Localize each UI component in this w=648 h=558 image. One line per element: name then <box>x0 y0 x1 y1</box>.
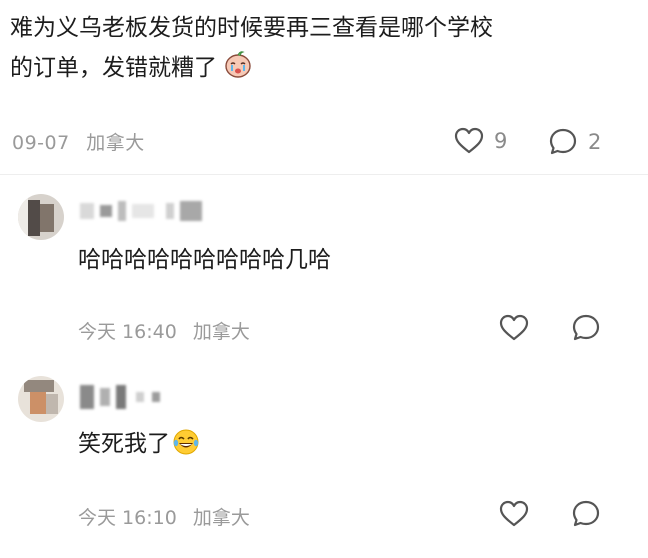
divider <box>0 174 648 175</box>
main-comment-line1: 难为义乌老板发货的时候要再三查看是哪个学校 <box>10 15 493 41</box>
main-comment-text: 难为义乌老板发货的时候要再三查看是哪个学校 的订单，发错就糟了 <box>10 8 630 88</box>
crying-baby-emoji-icon <box>225 51 251 78</box>
avatar[interactable] <box>18 194 64 240</box>
comment-bubble-icon <box>572 314 600 341</box>
blurred-avatar-image <box>18 194 64 240</box>
reply-location: 加拿大 <box>192 321 250 343</box>
reply-text-content: 笑死我了 <box>78 431 170 457</box>
heart-icon <box>499 314 529 341</box>
comment-bubble-icon <box>572 500 600 527</box>
blurred-username[interactable] <box>80 384 160 410</box>
reply-meta: 今天 16:40 加拿大 <box>78 317 250 344</box>
main-comment-line2: 的订单，发错就糟了 <box>10 55 217 81</box>
avatar[interactable] <box>18 376 64 422</box>
reply-time: 今天 16:10 <box>78 507 177 529</box>
comment-thread: 难为义乌老板发货的时候要再三查看是哪个学校 的订单，发错就糟了 09-07 加拿… <box>0 0 648 558</box>
heart-icon <box>499 500 529 527</box>
blurred-avatar-image <box>18 376 64 422</box>
main-comment-location: 加拿大 <box>86 132 145 154</box>
like-button[interactable]: 9 <box>454 127 507 155</box>
comment-bubble-icon <box>549 128 577 155</box>
heart-icon <box>454 127 484 154</box>
reply-count: 2 <box>588 130 602 154</box>
reply-button[interactable]: 2 <box>548 127 601 157</box>
reply-reply-button[interactable] <box>571 313 601 343</box>
main-comment-meta: 09-07 加拿大 <box>12 128 145 155</box>
laughing-tears-emoji-icon <box>173 429 199 455</box>
like-count: 9 <box>494 129 508 153</box>
reply-time: 今天 16:40 <box>78 321 177 343</box>
reply-like-button[interactable] <box>499 500 529 528</box>
reply-text: 哈哈哈哈哈哈哈哈哈几哈 <box>78 247 331 273</box>
reply-location: 加拿大 <box>192 507 250 529</box>
main-comment-line2-wrap: 的订单，发错就糟了 <box>10 48 630 88</box>
reply-text: 笑死我了 <box>78 428 200 460</box>
reply-like-button[interactable] <box>499 314 529 342</box>
blurred-username[interactable] <box>80 198 202 224</box>
main-comment-date: 09-07 <box>12 132 70 154</box>
reply-meta: 今天 16:10 加拿大 <box>78 503 250 530</box>
reply-reply-button[interactable] <box>571 499 601 529</box>
